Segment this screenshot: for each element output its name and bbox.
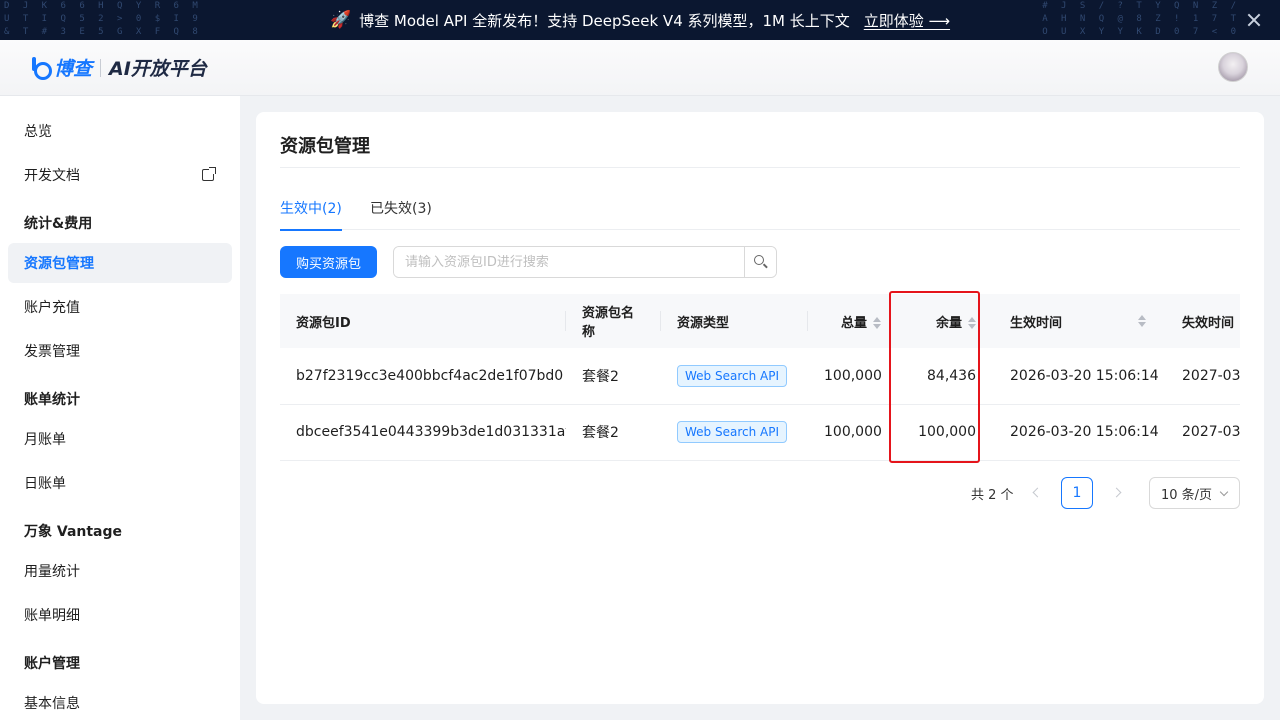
pagination-total: 共 2 个 [971, 488, 1014, 503]
sidebar-item-overview[interactable]: 总览 [8, 111, 232, 151]
chevron-down-icon [1219, 487, 1229, 497]
column-header-type: 资源类型 [661, 294, 808, 348]
status-tabs: 生效中(2) 已失效(3) [280, 198, 1240, 231]
cell-end: 2027-03-21 15:06:14 [1166, 404, 1240, 461]
sidebar-group-account: 账户管理 [24, 656, 80, 672]
banner-message-group: 🚀 博查 Model API 全新发布！支持 DeepSeek V4 系列模型，… [330, 10, 950, 31]
sidebar-item-label: 账单明细 [24, 608, 80, 624]
logo-brand: 博查 [54, 58, 93, 80]
table-header-row: 资源包ID 资源包名称 资源类型 总量 余量 生效时间 失效时间 [280, 294, 1240, 348]
sidebar-item-label: 资源包管理 [24, 256, 94, 272]
search-button[interactable] [744, 247, 776, 277]
cell-remaining: 84,436 [889, 348, 994, 405]
sidebar-item-bill-details[interactable]: 账单明细 [8, 595, 232, 635]
cell-name: 套餐2 [566, 404, 661, 461]
external-link-icon [202, 167, 216, 181]
avatar[interactable] [1218, 52, 1248, 82]
type-tag: Web Search API [677, 364, 788, 387]
sort-icon [873, 317, 881, 329]
sort-icon [1138, 315, 1146, 327]
sidebar-item-invoices[interactable]: 发票管理 [8, 331, 232, 371]
sidebar-item-basic-info[interactable]: 基本信息 [8, 683, 232, 720]
cell-name: 套餐2 [566, 348, 661, 405]
column-header-id: 资源包ID [280, 294, 566, 348]
sidebar-item-resource-packages[interactable]: 资源包管理 [8, 243, 232, 283]
title-divider [280, 167, 1240, 168]
sidebar-item-usage-stats[interactable]: 用量统计 [8, 551, 232, 591]
page-size-value: 10 条/页 [1161, 487, 1213, 503]
table-row[interactable]: b27f2319cc3e400bbcf4ac2de1f07bd0 套餐2 Web… [280, 348, 1240, 405]
sidebar-group-vantage: 万象 Vantage [24, 524, 123, 540]
column-header-end: 失效时间 [1166, 294, 1240, 348]
logo-mark-icon [30, 56, 52, 80]
sidebar-item-label: 开发文档 [24, 168, 80, 184]
sidebar-item-label: 月账单 [24, 432, 66, 448]
sidebar-group-bill-stats: 账单统计 [24, 392, 80, 408]
sidebar-group-billing: 统计&费用 [24, 216, 93, 232]
banner-message: 博查 Model API 全新发布！支持 DeepSeek V4 系列模型，1M… [359, 11, 850, 30]
sidebar-item-label: 基本信息 [24, 696, 80, 712]
close-icon[interactable] [1244, 10, 1264, 30]
sidebar: 总览 开发文档 统计&费用 资源包管理 账户充值 发票管理 账单统计 月账单 日… [0, 96, 240, 720]
type-tag: Web Search API [677, 421, 788, 443]
column-header-start[interactable]: 生效时间 [994, 294, 1166, 348]
logo-platform: AI开放平台 [109, 58, 207, 80]
rocket-icon: 🚀 [329, 10, 352, 30]
logo-divider [100, 58, 102, 77]
page-size-select[interactable]: 10 条/页 [1149, 477, 1240, 509]
tab-active[interactable]: 生效中(2) [280, 198, 342, 231]
sidebar-item-label: 发票管理 [24, 344, 80, 360]
sidebar-item-label: 账户充值 [24, 300, 80, 316]
main-card: 资源包管理 生效中(2) 已失效(3) 购买资源包 资源包ID 资源包名称 资源… [256, 112, 1264, 704]
table-row[interactable]: dbceef3541e0443399b3de1d031331af 套餐2 Web… [280, 404, 1240, 461]
cell-total: 100,000 [808, 348, 889, 405]
column-header-total[interactable]: 总量 [808, 294, 889, 348]
cell-id: dbceef3541e0443399b3de1d031331af [280, 404, 566, 461]
sidebar-item-daily-bill[interactable]: 日账单 [8, 463, 232, 503]
column-header-remaining[interactable]: 余量 [889, 294, 994, 348]
search-input[interactable] [394, 247, 744, 277]
cell-id: b27f2319cc3e400bbcf4ac2de1f07bd0 [280, 348, 566, 405]
banner-matrix-decoration-left: D J K 6 6 H Q Y R 6 M U T I Q 5 2 > 0 $ … [4, 1, 202, 37]
cell-start: 2026-03-20 15:06:14 [994, 348, 1166, 405]
search-box [393, 246, 777, 278]
pagination-prev-icon[interactable] [1030, 486, 1044, 500]
search-icon [754, 255, 764, 265]
pagination-next-icon[interactable] [1112, 486, 1126, 500]
cell-start: 2026-03-20 15:06:14 [994, 404, 1166, 461]
logo[interactable]: 博查 AI开放平台 [30, 54, 207, 81]
banner-matrix-decoration-right: # J S / ? T Y Q N Z / A H N Q @ 8 Z ! 1 … [1042, 1, 1240, 37]
cell-remaining: 100,000 [889, 404, 994, 461]
sidebar-item-label: 日账单 [24, 476, 66, 492]
cell-type: Web Search API [661, 348, 808, 405]
sidebar-item-label: 用量统计 [24, 564, 80, 580]
cell-type: Web Search API [661, 404, 808, 461]
buy-package-button[interactable]: 购买资源包 [280, 246, 377, 278]
sidebar-item-label: 总览 [24, 124, 52, 140]
sidebar-item-docs[interactable]: 开发文档 [8, 155, 232, 195]
packages-table: 资源包ID 资源包名称 资源类型 总量 余量 生效时间 失效时间 b27f231… [280, 294, 1240, 462]
sidebar-item-monthly-bill[interactable]: 月账单 [8, 419, 232, 459]
page-title: 资源包管理 [280, 136, 370, 157]
sidebar-item-recharge[interactable]: 账户充值 [8, 287, 232, 327]
sort-icon [968, 317, 976, 329]
cell-end: 2027-03-21 15:06:14 [1166, 348, 1240, 405]
announcement-banner: D J K 6 6 H Q Y R 6 M U T I Q 5 2 > 0 $ … [0, 0, 1280, 40]
top-header: 博查 AI开放平台 [0, 40, 1280, 96]
cell-total: 100,000 [808, 404, 889, 461]
column-header-name: 资源包名称 [566, 294, 661, 348]
pagination-page-1[interactable]: 1 [1061, 477, 1093, 509]
tab-expired[interactable]: 已失效(3) [370, 198, 432, 230]
banner-cta-link[interactable]: 立即体验 ⟶ [864, 10, 950, 31]
